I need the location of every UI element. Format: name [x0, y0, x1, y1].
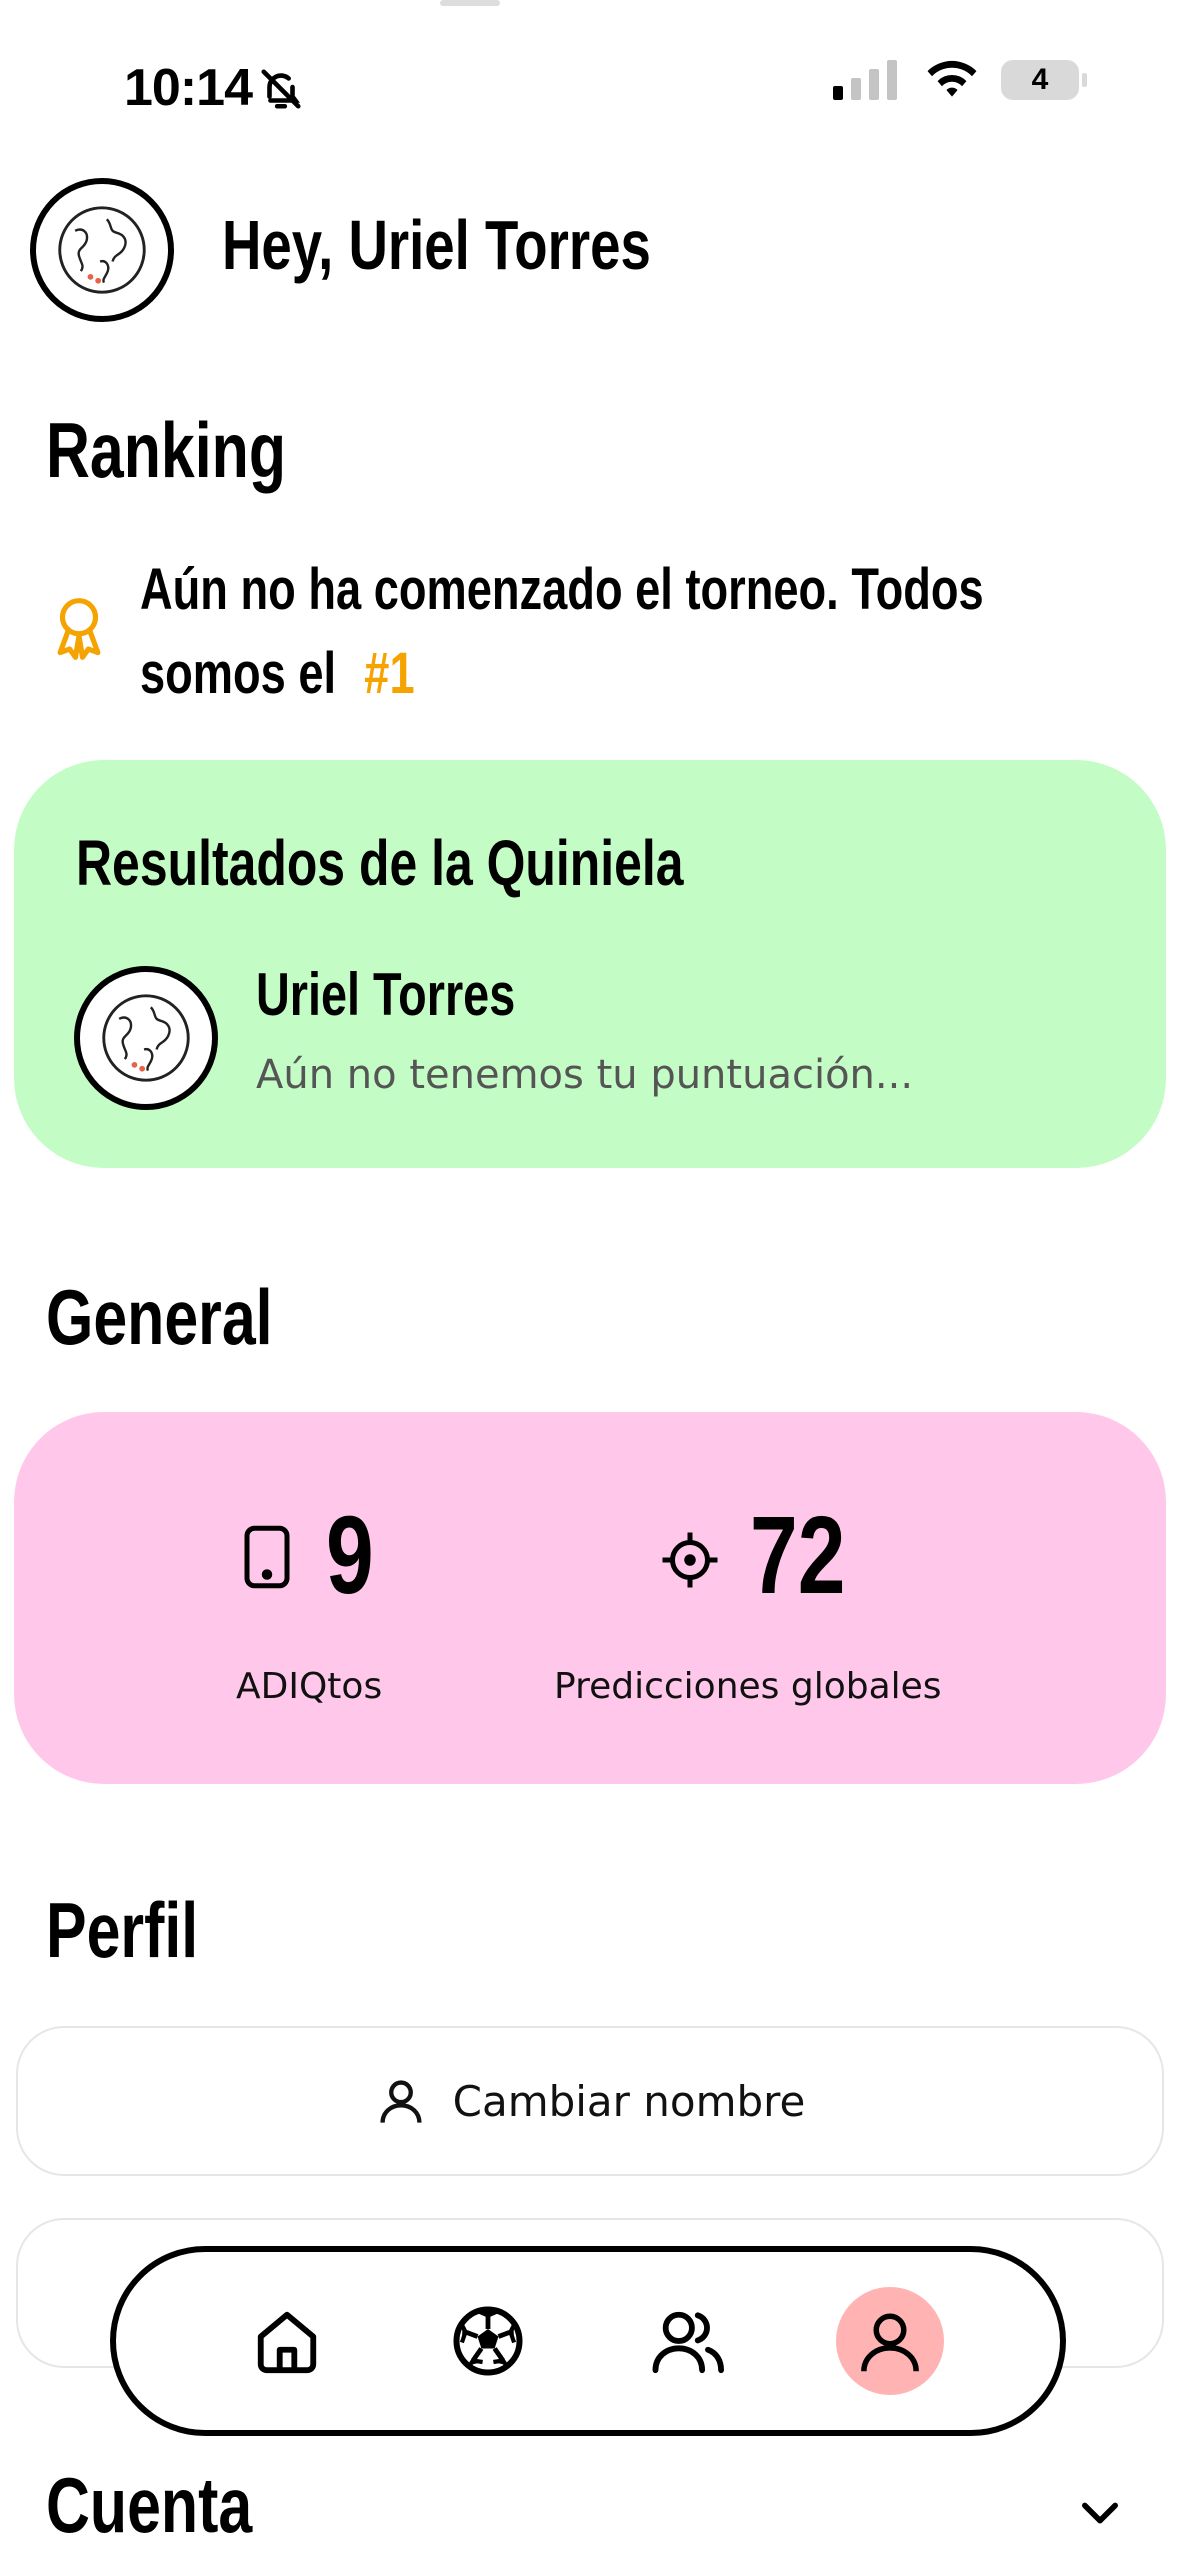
crosshair-icon — [660, 1530, 720, 1595]
account-title: Cuenta — [46, 2460, 310, 2551]
greeting: Hey, Uriel Torres — [222, 205, 772, 285]
status-time-text: 10:14 — [124, 59, 253, 117]
results-title: Resultados de la Quiniela — [76, 826, 855, 900]
greeting-text: Hey, Uriel Torres — [222, 206, 651, 284]
users-icon — [652, 2311, 724, 2374]
status-icons: 4 — [833, 60, 1087, 100]
predictions-label: Predicciones globales — [554, 1666, 942, 1707]
account-title-text: Cuenta — [46, 2461, 253, 2549]
profile-title: Perfil — [46, 1885, 241, 1976]
ranking-message: Aún no ha comenzado el torneo. Todos som… — [140, 548, 1140, 716]
globe-icon — [58, 206, 146, 294]
adiqtos-label: ADIQtos — [236, 1666, 383, 1707]
change-name-label: Cambiar nombre — [452, 2076, 806, 2126]
general-title: General — [46, 1272, 336, 1363]
results-avatar — [74, 966, 218, 1110]
change-name-button[interactable]: Cambiar nombre — [16, 2026, 1164, 2176]
predictions-value: 72 — [750, 1492, 872, 1619]
bell-muted-icon — [258, 66, 304, 117]
signal-icon — [833, 60, 897, 100]
battery-indicator: 4 — [1001, 60, 1087, 100]
ranking-message-text: Aún no ha comenzado el torneo. Todos som… — [140, 557, 984, 706]
status-time: 10:14 — [124, 58, 253, 118]
profile-title-text: Perfil — [46, 1886, 199, 1974]
nav-profile[interactable] — [835, 2287, 944, 2395]
ranking-message-wrap: Aún no ha comenzado el torneo. Todos som… — [140, 548, 1140, 716]
adiqtos-value: 9 — [326, 1492, 387, 1619]
ranking-title: Ranking — [46, 405, 354, 496]
globe-icon — [102, 994, 190, 1082]
predictions-value-text: 72 — [750, 1494, 846, 1617]
general-title-text: General — [46, 1273, 273, 1361]
award-icon — [50, 596, 108, 667]
wifi-icon — [927, 60, 977, 97]
general-stats-card: 9 ADIQtos 72 Predicciones globales — [14, 1412, 1166, 1784]
nav-matches[interactable] — [434, 2287, 542, 2395]
adiqtos-value-text: 9 — [326, 1494, 374, 1617]
results-user-status: Aún no tenemos tu puntuación... — [256, 1052, 914, 1098]
user-icon — [380, 2080, 422, 2123]
quiniela-results-card[interactable]: Resultados de la Quiniela Uriel Torres A… — [14, 760, 1166, 1168]
notch-indicator — [440, 0, 500, 6]
ranking-title-text: Ranking — [46, 406, 287, 494]
soccer-ball-icon — [453, 2306, 522, 2376]
results-user-name: Uriel Torres — [256, 960, 588, 1029]
avatar[interactable] — [30, 178, 174, 322]
rank-badge: #1 — [364, 641, 415, 706]
chevron-down-icon[interactable] — [1074, 2486, 1126, 2543]
home-icon — [257, 2311, 316, 2374]
results-user-name-text: Uriel Torres — [256, 961, 516, 1028]
bottom-nav — [110, 2246, 1066, 2436]
nav-home[interactable] — [233, 2287, 341, 2395]
results-title-text: Resultados de la Quiniela — [76, 827, 684, 899]
nav-groups[interactable] — [635, 2287, 743, 2395]
phone-icon — [242, 1524, 292, 1595]
battery-level: 4 — [1031, 63, 1049, 96]
profile-icon — [860, 2313, 919, 2372]
